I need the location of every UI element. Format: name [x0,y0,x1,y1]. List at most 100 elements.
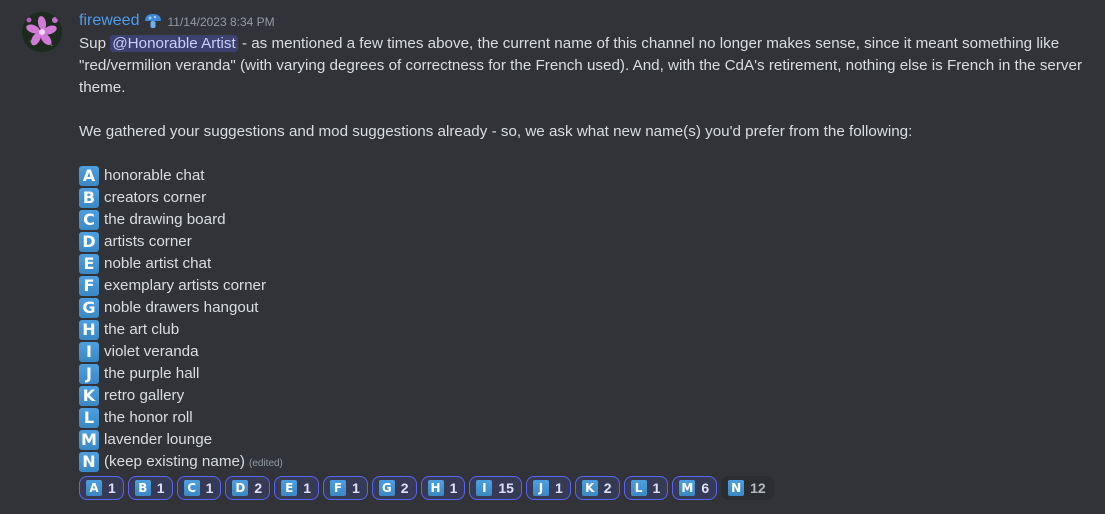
option-line: Hthe art club [79,319,1089,341]
reactions-bar: A 1 B 1 C 1 D 2 E 1 F 1 G 2 H 1 I 15 J 1 K 2 L 1 M 6 N 12 [79,476,774,500]
option-text: lavender lounge [104,431,213,448]
reaction-count: 1 [554,480,563,496]
reaction-count: 1 [303,480,311,496]
option-line: Jthe purple hall [79,363,1089,385]
regional-indicator-l-icon: L [630,480,647,496]
intro-paragraph: Sup @Honorable Artist - as mentioned a f… [79,33,1089,99]
option-text: artists corner [104,233,192,250]
reaction-j-button[interactable]: J1 [525,476,571,500]
option-line: Ahonorable chat [79,165,1089,187]
reaction-b-button[interactable]: B1 [127,476,173,500]
regional-indicator-m-icon: M [679,480,696,496]
reaction-d-button[interactable]: D2 [225,476,271,500]
option-text: exemplary artists corner [104,277,267,294]
message-timestamp[interactable]: 11/14/2023 8:34 PM [167,15,274,29]
reaction-i-button[interactable]: I 15 [469,476,522,500]
regional-indicator-b-icon[interactable]: B [79,188,99,208]
option-text: the drawing board [104,211,226,228]
role-mention[interactable]: @Honorable Artist [110,35,238,52]
regional-indicator-e-icon: E [281,480,298,496]
reaction-m-button[interactable]: M6 [672,476,718,500]
option-line: Kretro gallery [79,385,1089,407]
regional-indicator-k-icon[interactable]: K [79,386,99,406]
reaction-count: 12 [750,480,766,496]
reaction-count: 1 [652,480,661,496]
option-line: Cthe drawing board [79,209,1089,231]
edited-label: (edited) [248,457,283,469]
reaction-count: 1 [108,480,116,496]
regional-indicator-c-icon[interactable]: C [79,210,99,230]
reaction-count: 1 [156,480,165,496]
regional-indicator-f-icon: F [329,480,346,496]
chat-message: fireweed 11/14/2023 8:34 PM Sup @Honorab… [0,0,1105,514]
reaction-h-button[interactable]: H1 [420,476,466,500]
options-list: Ahonorable chat Bcreators corner Cthe draw… [79,165,1089,473]
regional-indicator-j-icon[interactable]: J [79,364,99,384]
reaction-count: 1 [351,480,360,496]
regional-indicator-h-icon: H [427,480,444,496]
regional-indicator-a-icon[interactable]: A [79,166,99,186]
flower-avatar-icon [22,12,62,52]
reaction-count: 2 [603,480,612,496]
regional-indicator-d-icon: D [232,480,249,496]
option-text: creators corner [104,189,207,206]
username[interactable]: fireweed [79,12,139,30]
regional-indicator-n-icon: N [728,480,745,496]
message-content: Sup @Honorable Artist - as mentioned a f… [79,33,1089,473]
reaction-count: 15 [498,480,514,496]
reaction-e-button[interactable]: E1 [274,476,319,500]
option-text: the honor roll [104,409,193,426]
reaction-f-button[interactable]: F1 [322,476,368,500]
regional-indicator-f-icon[interactable]: F [79,276,99,296]
reaction-count: 1 [449,480,458,496]
reaction-k-button[interactable]: K2 [574,476,620,500]
regional-indicator-i-icon: I [476,480,493,496]
regional-indicator-a-icon: A [86,480,102,496]
option-text: (keep existing name) [104,453,245,470]
option-text: the purple hall [104,365,200,382]
regional-indicator-d-icon[interactable]: D [79,232,99,252]
reaction-count: 6 [701,480,710,496]
reaction-a-button[interactable]: A1 [79,476,124,500]
option-line: Dartists corner [79,231,1089,253]
option-line: Lthe honor roll [79,407,1089,429]
message-header: fireweed 11/14/2023 8:34 PM [79,10,275,32]
regional-indicator-j-icon: J [532,480,549,496]
reaction-l-button[interactable]: L1 [623,476,669,500]
user-avatar[interactable] [22,12,62,52]
option-line: Bcreators corner [79,187,1089,209]
reaction-count: 1 [205,480,214,496]
reaction-c-button[interactable]: C1 [176,476,222,500]
blue-mushroom-icon[interactable] [143,11,163,31]
reaction-g-button[interactable]: G2 [371,476,417,500]
request-paragraph: We gathered your suggestions and mod sug… [79,123,913,140]
option-text: violet veranda [104,343,199,360]
option-line: Gnoble drawers hangout [79,297,1089,319]
regional-indicator-i-icon[interactable]: I [79,342,99,362]
option-line: Iviolet veranda [79,341,1089,363]
reaction-n-button[interactable]: N 12 [721,476,774,500]
regional-indicator-h-icon[interactable]: H [79,320,99,340]
regional-indicator-e-icon[interactable]: E [79,254,99,274]
regional-indicator-m-icon[interactable]: M [79,430,99,450]
regional-indicator-c-icon: C [183,480,200,496]
intro-prefix: Sup [79,35,111,52]
regional-indicator-n-icon[interactable]: N [79,452,99,472]
option-line: Enoble artist chat [79,253,1089,275]
regional-indicator-l-icon[interactable]: L [79,408,99,428]
regional-indicator-g-icon: G [378,480,395,496]
option-line: Fexemplary artists corner [79,275,1089,297]
option-text: honorable chat [104,167,205,184]
option-text: noble drawers hangout [104,299,259,316]
regional-indicator-k-icon: K [581,480,598,496]
regional-indicator-g-icon[interactable]: G [79,298,99,318]
option-text: retro gallery [104,387,185,404]
reaction-count: 2 [400,480,409,496]
option-line: Mlavender lounge [79,429,1089,451]
regional-indicator-b-icon: B [134,480,151,496]
option-line: N (keep existing name) (edited) [79,451,1089,473]
reaction-count: 2 [254,480,263,496]
option-text: the art club [104,321,180,338]
option-text: noble artist chat [104,255,212,272]
